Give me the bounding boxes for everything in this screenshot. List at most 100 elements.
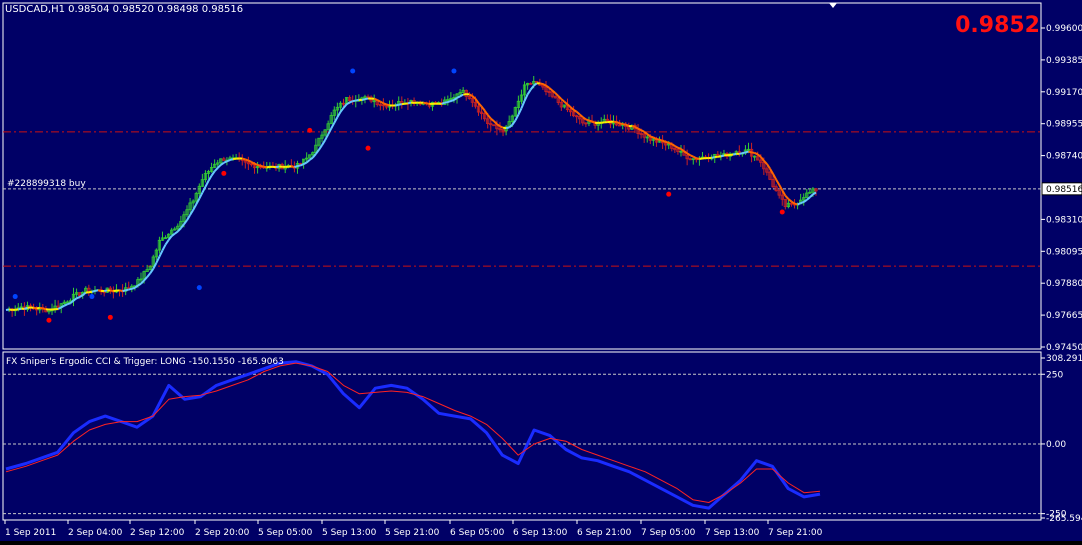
moving-average-segment <box>696 158 699 159</box>
time-tick-label: 6 Sep 21:00 <box>577 528 632 538</box>
moving-average-segment <box>589 121 592 122</box>
moving-average-segment <box>742 152 745 153</box>
moving-average-segment <box>92 291 95 292</box>
moving-average-segment <box>663 141 666 142</box>
moving-average-segment <box>752 152 755 153</box>
moving-average-segment <box>795 204 798 205</box>
moving-average-segment <box>67 303 70 304</box>
cci-tick-label: 250 <box>1046 370 1063 380</box>
price-chart-svg[interactable]: USDCAD,H1 0.98504 0.98520 0.98498 0.9851… <box>0 0 1082 541</box>
moving-average-segment <box>120 290 123 291</box>
fractal-high-dot <box>13 294 18 299</box>
moving-average-segment <box>693 157 696 159</box>
time-tick-label: 2 Sep 12:00 <box>130 528 185 538</box>
price-tick-label: 0.97665 <box>1046 311 1082 321</box>
moving-average-segment <box>801 202 804 203</box>
time-tick-label: 5 Sep 21:00 <box>385 528 440 538</box>
moving-average-segment <box>258 165 261 166</box>
moving-average-segment <box>721 155 724 156</box>
moving-average-segment <box>426 103 429 104</box>
moving-average-segment <box>18 309 21 310</box>
moving-average-segment <box>356 100 359 101</box>
fractal-low-dot <box>221 171 226 176</box>
moving-average-segment <box>798 203 801 204</box>
fractal-high-dot <box>350 69 355 74</box>
moving-average-segment <box>623 124 626 125</box>
moving-average-segment <box>350 101 353 102</box>
time-tick-label: 5 Sep 05:00 <box>258 528 313 538</box>
moving-average-segment <box>712 157 715 158</box>
moving-average-segment <box>666 142 669 143</box>
moving-average-segment <box>423 103 426 104</box>
symbol-header: USDCAD,H1 0.98504 0.98520 0.98498 0.9851… <box>5 4 243 15</box>
time-tick-label: 2 Sep 20:00 <box>195 528 250 538</box>
price-tick-label: 0.99600 <box>1046 24 1082 34</box>
moving-average-segment <box>386 104 389 105</box>
moving-average-segment <box>126 290 129 291</box>
moving-average-segment <box>448 101 451 102</box>
moving-average-segment <box>451 100 454 101</box>
fractal-high-dot <box>197 285 202 290</box>
moving-average-segment <box>261 166 264 167</box>
price-tick-label: 0.98310 <box>1046 215 1082 225</box>
moving-average-segment <box>353 101 356 102</box>
moving-average-segment <box>620 123 623 124</box>
moving-average-segment <box>749 152 752 153</box>
moving-average-segment <box>297 165 300 166</box>
moving-average-segment <box>95 290 98 291</box>
moving-average-segment <box>248 161 251 162</box>
moving-average-segment <box>399 104 402 105</box>
chart-background <box>0 0 1082 541</box>
moving-average-segment <box>245 159 248 160</box>
fractal-low-dot <box>780 209 785 214</box>
moving-average-segment <box>40 308 43 309</box>
moving-average-segment <box>227 160 230 161</box>
moving-average-segment <box>457 96 460 97</box>
price-tick-label: 0.98955 <box>1046 120 1082 130</box>
moving-average-segment <box>64 304 67 306</box>
moving-average-segment <box>632 126 635 127</box>
moving-average-segment <box>43 308 46 309</box>
time-tick-label: 7 Sep 05:00 <box>641 528 696 538</box>
moving-average-segment <box>617 122 620 123</box>
moving-average-segment <box>276 166 279 167</box>
moving-average-segment <box>129 289 132 290</box>
moving-average-segment <box>540 83 543 84</box>
price-tick-label: 0.97880 <box>1046 279 1082 289</box>
moving-average-segment <box>24 308 27 309</box>
moving-average-segment <box>678 148 681 149</box>
price-tick-label: 0.99385 <box>1046 56 1082 66</box>
current-price-label: 0.98516 <box>1046 185 1082 195</box>
current-bid-display: 0.9852 <box>955 13 1040 38</box>
moving-average-segment <box>104 290 107 291</box>
moving-average-segment <box>755 153 758 154</box>
time-tick-label: 1 Sep 2011 <box>5 528 56 538</box>
cci-tick-label: -265.594 <box>1046 514 1082 524</box>
moving-average-segment <box>34 308 37 309</box>
time-tick-label: 5 Sep 13:00 <box>322 528 377 538</box>
cci-tick-label: 308.291 <box>1046 354 1082 364</box>
order-line-label: #228899318 buy <box>7 179 86 189</box>
moving-average-segment <box>733 154 736 155</box>
moving-average-segment <box>690 155 693 156</box>
fractal-low-dot <box>666 192 671 197</box>
moving-average-segment <box>641 130 644 132</box>
fractal-high-dot <box>451 69 456 74</box>
indicator-title: FX Sniper's Ergodic CCI & Trigger: LONG … <box>6 357 284 367</box>
time-tick-label: 7 Sep 13:00 <box>705 528 760 538</box>
moving-average-segment <box>614 122 617 123</box>
price-tick-label: 0.98095 <box>1046 247 1082 257</box>
moving-average-segment <box>98 290 101 291</box>
moving-average-segment <box>242 159 245 160</box>
moving-average-segment <box>660 140 663 141</box>
moving-average-segment <box>255 164 258 165</box>
chart-window[interactable]: USDCAD,H1 0.98504 0.98520 0.98498 0.9851… <box>0 0 1082 541</box>
price-tick-label: 0.97450 <box>1046 343 1082 353</box>
moving-average-segment <box>656 139 659 140</box>
time-tick-label: 2 Sep 04:00 <box>68 528 123 538</box>
moving-average-segment <box>374 99 377 100</box>
moving-average-segment <box>377 100 380 102</box>
moving-average-segment <box>230 159 233 160</box>
moving-average-segment <box>592 122 595 123</box>
moving-average-segment <box>745 152 748 153</box>
